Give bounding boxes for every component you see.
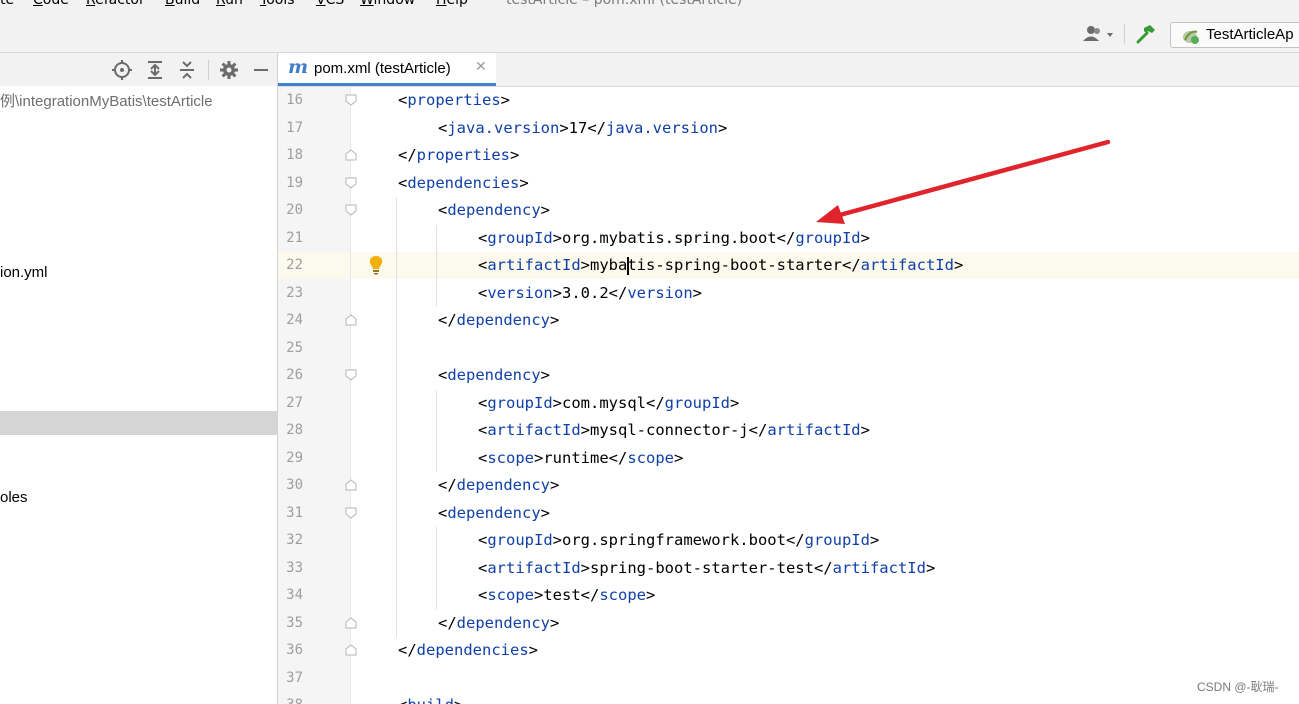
tree-item-yml[interactable]: ion.yml — [0, 264, 48, 281]
locate-icon[interactable] — [111, 59, 133, 81]
line-number: 24 — [286, 312, 303, 328]
code-line: <artifactId>mysql-connector-j</artifactI… — [478, 421, 870, 439]
lightbulb-icon[interactable] — [368, 255, 384, 275]
menu-item-tools[interactable]: Tools — [260, 0, 295, 10]
line-number: 25 — [286, 339, 303, 356]
line-number: 37 — [286, 669, 303, 686]
code-line: </dependencies> — [398, 641, 538, 659]
fold-open-icon[interactable] — [345, 94, 357, 106]
watermark: CSDN @-耿瑞- — [1197, 680, 1279, 694]
code-line: <dependencies> — [398, 173, 529, 192]
indent-guide — [436, 527, 437, 610]
window-title: testArticle – pom.xml (testArticle) — [506, 0, 743, 8]
menu-item-partial[interactable]: te — [0, 0, 14, 10]
close-icon[interactable]: ✕ — [475, 59, 487, 75]
hammer-icon[interactable] — [1134, 22, 1158, 46]
code-line: <scope>test</scope> — [478, 586, 656, 604]
fold-end-icon[interactable] — [345, 644, 357, 656]
fold-open-icon[interactable] — [345, 204, 357, 216]
run-configuration-selector[interactable]: TestArticleAp — [1170, 22, 1299, 48]
code-line: <build> — [398, 692, 463, 704]
line-number: 28 — [286, 422, 303, 438]
line-number: 20 — [286, 202, 303, 218]
line-number: 34 — [286, 587, 303, 603]
line-number: 32 — [286, 532, 303, 548]
code-line: </dependency> — [438, 613, 560, 632]
code-line: <dependency> — [438, 366, 551, 384]
tree-item-partial[interactable]: oles — [0, 489, 28, 506]
code-line: <java.version>17</java.version> — [438, 118, 728, 137]
menu-item-help[interactable]: Help — [436, 0, 468, 10]
code-line: <dependency> — [438, 503, 551, 522]
line-number: 21 — [286, 229, 303, 246]
project-panel: 例\integrationMyBatis\testArticle ion.yml… — [0, 53, 278, 704]
code-line: </properties> — [398, 146, 520, 164]
code-line: <dependency> — [438, 201, 551, 219]
line-number: 26 — [286, 367, 303, 383]
fold-end-icon[interactable] — [345, 616, 357, 629]
collapse-all-icon[interactable] — [176, 59, 198, 81]
minimize-icon[interactable] — [250, 59, 272, 81]
code-line: <version>3.0.2</version> — [478, 283, 702, 302]
project-path: 例\integrationMyBatis\testArticle — [0, 93, 213, 110]
line-number: 35 — [286, 614, 303, 631]
line-number: 31 — [286, 504, 303, 521]
fold-open-icon[interactable] — [345, 507, 357, 519]
code-line: <groupId>com.mysql</groupId> — [478, 393, 740, 412]
line-number: 16 — [286, 92, 303, 108]
text-caret — [627, 257, 629, 275]
tab-pom-xml[interactable]: m pom.xml (testArticle) ✕ — [278, 53, 496, 86]
main-toolbar: TestArticleAp — [0, 16, 1299, 53]
fold-open-icon[interactable] — [345, 369, 357, 381]
line-number: 38 — [278, 692, 303, 704]
menu-item-code[interactable]: Code — [33, 0, 69, 10]
menu-item-refactor[interactable]: Refactor — [86, 0, 145, 10]
menu-item-run[interactable]: Run — [216, 0, 243, 10]
fold-open-icon[interactable] — [345, 177, 357, 189]
code-line: <artifactId>spring-boot-starter-test</ar… — [478, 558, 936, 577]
indent-guide — [436, 224, 437, 307]
menu-item-build[interactable]: Build — [165, 0, 200, 10]
toolbar-separator — [1124, 24, 1125, 44]
code-line: <groupId>org.mybatis.spring.boot</groupI… — [478, 228, 870, 247]
menu-bar: te Code Refactor Build Run Tools VCS Win… — [0, 0, 1299, 16]
header-separator — [208, 60, 209, 80]
line-number: 29 — [286, 449, 303, 466]
line-number: 19 — [286, 174, 303, 191]
fold-end-icon[interactable] — [345, 149, 357, 161]
run-configuration-label: TestArticleAp — [1206, 26, 1294, 43]
line-number: 30 — [286, 477, 303, 493]
line-number: 17 — [286, 119, 303, 136]
maven-icon: m — [288, 56, 309, 78]
code-line: <properties> — [398, 91, 511, 109]
menu-item-window[interactable]: Window — [360, 0, 415, 10]
menu-item-vcs[interactable]: VCS — [316, 0, 344, 10]
code-line: <artifactId>mybatis-spring-boot-starter<… — [478, 256, 964, 274]
line-number: 23 — [286, 284, 303, 301]
line-number: 33 — [286, 559, 303, 576]
line-number: 27 — [286, 394, 303, 411]
spring-boot-icon — [1183, 30, 1199, 44]
line-number: 22 — [286, 257, 303, 273]
code-line: </dependency> — [438, 311, 560, 329]
gear-icon[interactable] — [218, 59, 240, 81]
line-number: 18 — [286, 147, 303, 163]
tree-selected-row[interactable] — [0, 411, 277, 435]
code-line: <scope>runtime</scope> — [478, 448, 684, 467]
editor-tab-bar: m pom.xml (testArticle) ✕ — [278, 53, 1299, 87]
fold-end-icon[interactable] — [345, 314, 357, 326]
fold-end-icon[interactable] — [345, 479, 357, 491]
tab-label: pom.xml (testArticle) — [314, 60, 451, 77]
indent-guide — [396, 197, 397, 637]
code-editor[interactable]: 16 <properties> 17 <java.version>17</java.v… — [278, 87, 1299, 704]
code-line: </dependency> — [438, 476, 560, 494]
user-dropdown-icon[interactable] — [1082, 24, 1116, 44]
indent-guide — [436, 389, 437, 472]
line-number: 36 — [286, 642, 303, 658]
expand-all-icon[interactable] — [144, 59, 166, 81]
code-line: <groupId>org.springframework.boot</group… — [478, 531, 880, 549]
project-panel-header — [0, 53, 277, 86]
